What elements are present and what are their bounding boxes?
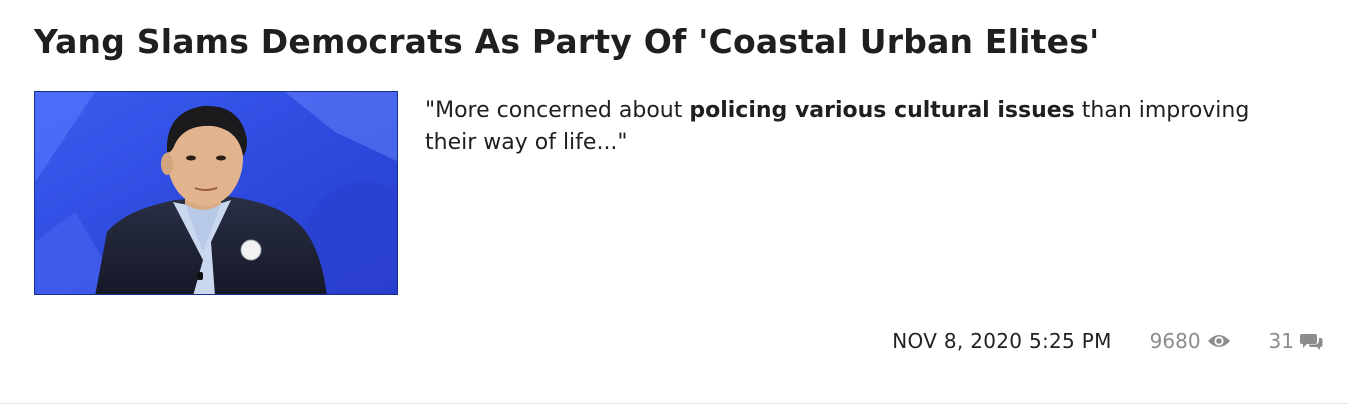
article-meta: NOV 8, 2020 5:25 PM 9680 31 [892,326,1324,356]
article-headline-link[interactable]: Yang Slams Democrats As Party Of 'Coasta… [34,20,1099,64]
comments-icon [1300,334,1323,350]
comments-link[interactable]: 31 [1269,329,1324,353]
article-thumbnail[interactable] [34,91,398,295]
publish-date: NOV 8, 2020 5:25 PM [892,329,1112,353]
comments-value: 31 [1268,329,1294,353]
teaser-text-start: "More concerned about [425,98,690,123]
views-count: 9680 [1150,329,1231,353]
teaser-bold-text: policing various cultural issues [689,98,1075,123]
article-divider [0,403,1348,404]
views-value: 9680 [1149,329,1201,353]
thumbnail-image [35,92,397,294]
eye-icon [1207,335,1230,347]
article-teaser: "More concerned about policing various c… [425,95,1305,159]
article-card: Yang Slams Democrats As Party Of 'Coasta… [0,0,1348,404]
